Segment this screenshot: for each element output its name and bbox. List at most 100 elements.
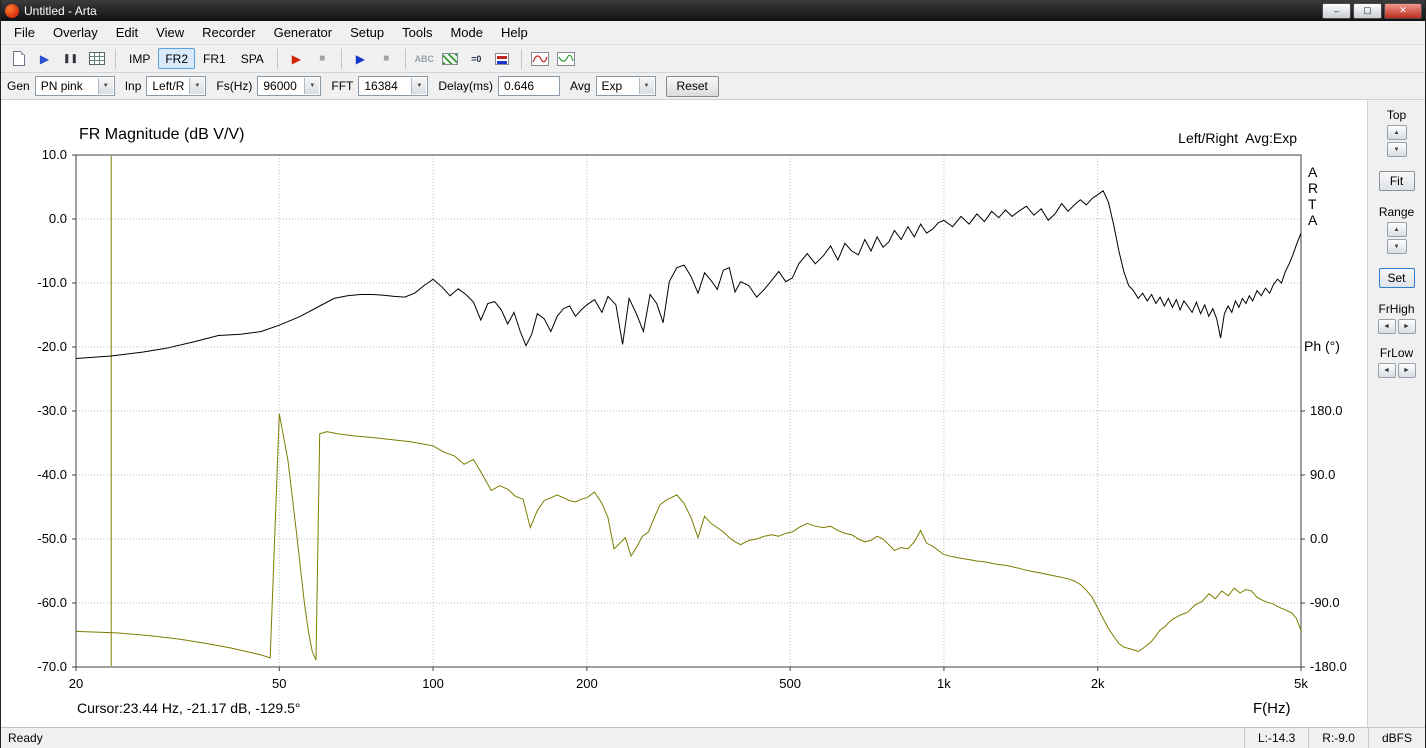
x-axis-tick-label: 5k	[1294, 676, 1308, 691]
frhigh-arrows: ◄ ►	[1377, 319, 1416, 334]
zero-delay-button[interactable]: =0	[464, 47, 489, 70]
record-play-icon: ▶	[291, 51, 301, 66]
toolbar-separator	[276, 48, 278, 69]
fr2-mode-button[interactable]: FR2	[158, 48, 196, 69]
chevron-down-icon: ▼	[189, 78, 205, 94]
top-spinner-down-button[interactable]: ▼	[1386, 142, 1407, 157]
spa-mode-button[interactable]: SPA	[234, 48, 271, 69]
data-table-button[interactable]	[84, 47, 109, 70]
select-tool-button[interactable]: ▶	[32, 47, 57, 70]
menu-bar: File Overlay Edit View Recorder Generato…	[1, 21, 1425, 45]
y-axis-tick-label: 10.0	[41, 147, 67, 162]
window-function-button[interactable]	[438, 47, 463, 70]
x-axis-tick-label: 500	[779, 676, 801, 691]
menu-tools[interactable]: Tools	[393, 22, 441, 43]
x-axis-tick-label: 200	[575, 676, 598, 691]
fft-select[interactable]: 16384 ▼	[358, 76, 429, 96]
close-icon: ✕	[1399, 5, 1407, 15]
top-spinner-up-button[interactable]: ▲	[1386, 125, 1407, 140]
magnitude-view-button[interactable]	[528, 47, 553, 70]
x-axis-tick-label: 2k	[1090, 676, 1105, 691]
chevron-down-icon: ▼	[97, 78, 113, 94]
chart-area[interactable]: FR Magnitude (dB V/V) Left/Right Avg:Exp…	[1, 100, 1367, 727]
range-spinner-up-button[interactable]: ▲	[1386, 222, 1407, 237]
arrow-down-icon: ▼	[1393, 243, 1400, 250]
gen-select[interactable]: PN pink ▼	[34, 76, 115, 96]
side-panel: Top ▲ ▼ Fit Range ▲ ▼ Set FrHigh ◄ ► FrL…	[1367, 100, 1425, 727]
arta-window: Untitled - Arta – ▢ ✕ File Overlay Edit …	[0, 0, 1426, 748]
toolbar-separator	[115, 48, 116, 69]
fr1-mode-button[interactable]: FR1	[196, 48, 233, 69]
x-axis-tick-label: 100	[422, 676, 444, 691]
red-blue-bars-icon	[495, 52, 510, 65]
delay-label: Delay(ms)	[438, 79, 494, 93]
fft-label: FFT	[331, 79, 354, 93]
reset-button[interactable]: Reset	[665, 75, 719, 97]
inp-select[interactable]: Left/R ▼	[146, 76, 207, 96]
phase-curve	[75, 413, 1302, 661]
menu-help[interactable]: Help	[492, 22, 537, 43]
new-file-icon	[12, 51, 25, 66]
settings-bar: Gen PN pink ▼ Inp Left/R ▼ Fs(Hz) 96000 …	[1, 73, 1425, 100]
range-spinner-down-button[interactable]: ▼	[1386, 239, 1407, 254]
play-stop-button[interactable]: ■	[374, 47, 399, 70]
menu-mode[interactable]: Mode	[441, 22, 492, 43]
fr-plot[interactable]	[1, 100, 1367, 727]
inp-select-value: Left/R	[152, 79, 185, 93]
phase-axis-title: Ph (°)	[1304, 338, 1340, 354]
maximize-button[interactable]: ▢	[1353, 2, 1382, 19]
set-button[interactable]: Set	[1378, 268, 1415, 288]
menu-recorder[interactable]: Recorder	[193, 22, 264, 43]
menu-edit[interactable]: Edit	[107, 22, 147, 43]
x-axis-tick-label: 50	[272, 676, 287, 691]
chart-channel-info: Left/Right Avg:Exp	[1178, 130, 1297, 146]
record-stop-button[interactable]: ■	[310, 47, 335, 70]
avg-label: Avg	[570, 79, 591, 93]
play-icon: ▶	[355, 51, 365, 66]
y-axis-tick-label: -70.0	[37, 659, 67, 674]
new-file-button[interactable]	[6, 47, 31, 70]
record-start-button[interactable]: ▶	[284, 47, 309, 70]
frlow-left-button[interactable]: ◄	[1377, 363, 1396, 378]
range-label: Range	[1378, 205, 1415, 219]
imp-mode-button[interactable]: IMP	[122, 48, 157, 69]
frhigh-label: FrHigh	[1378, 302, 1415, 316]
toolbar-separator	[404, 48, 406, 69]
app-icon	[5, 3, 19, 18]
fit-button[interactable]: Fit	[1378, 171, 1415, 191]
menu-setup[interactable]: Setup	[341, 22, 393, 43]
pause-button[interactable]: ❚❚	[58, 47, 83, 70]
title-bar[interactable]: Untitled - Arta – ▢ ✕	[1, 0, 1425, 21]
chevron-down-icon: ▼	[411, 78, 427, 94]
toolbar-separator	[520, 48, 522, 69]
pause-icon: ❚❚	[62, 53, 79, 63]
level-bars-button[interactable]	[490, 47, 515, 70]
menu-file[interactable]: File	[5, 22, 44, 43]
phase-view-button[interactable]	[554, 47, 579, 70]
frlow-right-button[interactable]: ►	[1397, 363, 1416, 378]
abc-button[interactable]: ABC	[412, 47, 437, 70]
magnitude-curve	[75, 190, 1302, 359]
close-button[interactable]: ✕	[1384, 2, 1422, 19]
menu-overlay[interactable]: Overlay	[44, 22, 107, 43]
minimize-icon: –	[1333, 5, 1339, 16]
minimize-button[interactable]: –	[1322, 2, 1351, 19]
menu-generator[interactable]: Generator	[265, 22, 342, 43]
fft-select-value: 16384	[364, 79, 398, 93]
gen-select-value: PN pink	[40, 79, 83, 93]
phase-axis-tick-label: 0.0	[1310, 531, 1329, 546]
menu-view[interactable]: View	[147, 22, 193, 43]
avg-select[interactable]: Exp ▼	[595, 76, 656, 96]
y-axis-tick-label: 0.0	[48, 211, 67, 226]
frhigh-left-button[interactable]: ◄	[1377, 319, 1396, 334]
fs-select[interactable]: 96000 ▼	[257, 76, 322, 96]
chevron-down-icon: ▼	[304, 78, 320, 94]
phase-axis-tick-label: 90.0	[1310, 467, 1336, 482]
status-bar: Ready L:-14.3 R:-9.0 dBFS	[1, 727, 1425, 748]
top-label: Top	[1386, 108, 1407, 122]
delay-input-value: 0.646	[504, 79, 535, 93]
play-start-button[interactable]: ▶	[348, 47, 373, 70]
delay-input[interactable]: 0.646	[498, 76, 561, 96]
inp-label: Inp	[124, 79, 142, 93]
frhigh-right-button[interactable]: ►	[1397, 319, 1416, 334]
